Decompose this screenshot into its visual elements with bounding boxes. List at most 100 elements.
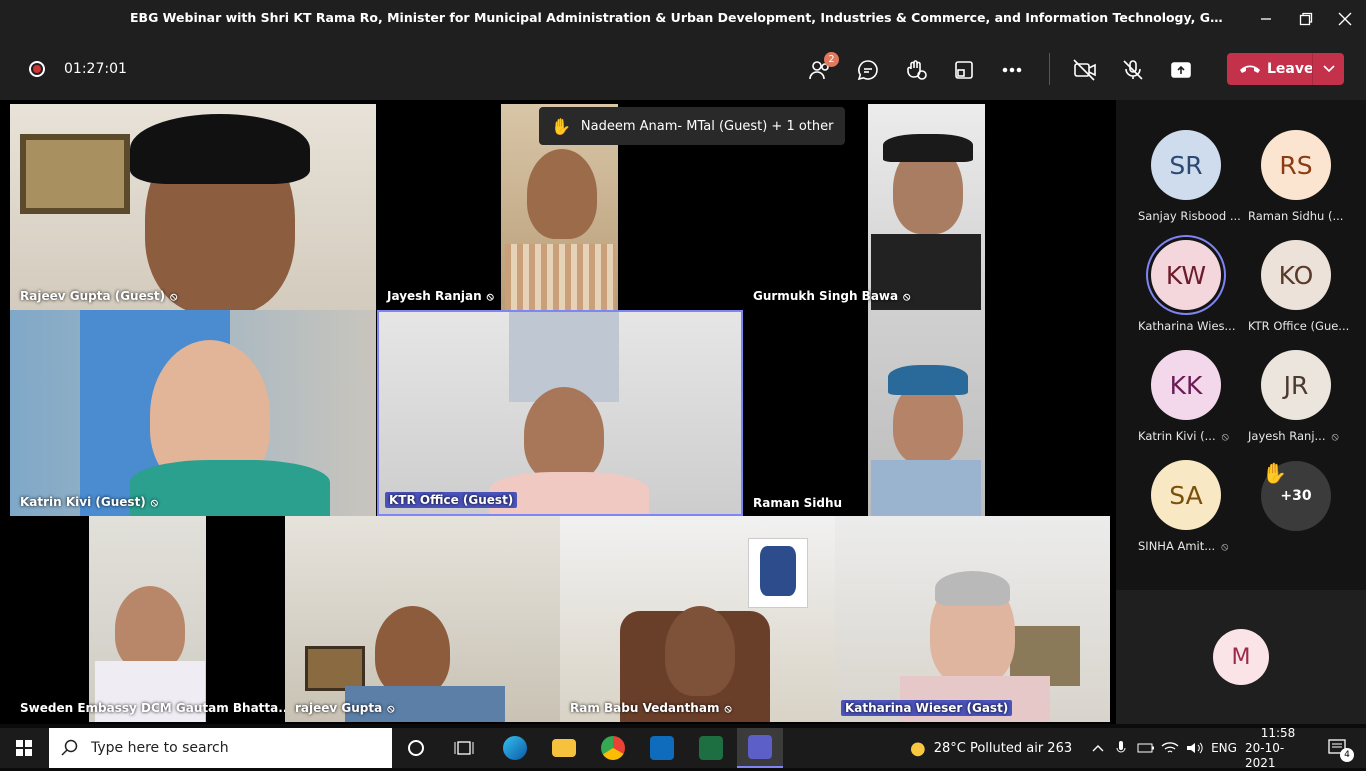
rooms-button[interactable] bbox=[950, 56, 978, 84]
avatar: KK bbox=[1151, 350, 1221, 420]
weather-widget[interactable]: ● 28°C Polluted air 263 bbox=[910, 728, 1080, 768]
phone-hangup-icon bbox=[1240, 65, 1260, 73]
battery-icon[interactable] bbox=[1136, 728, 1156, 768]
video-tile-active-speaker[interactable]: KTR Office (Guest) bbox=[377, 310, 743, 516]
mic-off-icon: ⦸ bbox=[903, 290, 911, 303]
meeting-timer: 01:27:01 bbox=[64, 61, 127, 77]
participant-name: Jayesh Ranj... ⦸ bbox=[1248, 429, 1339, 443]
windows-taskbar: Type here to search ● 28°C Polluted air … bbox=[0, 725, 1366, 770]
file-explorer-taskbar-icon[interactable] bbox=[549, 728, 579, 768]
video-tile[interactable]: Raman Sidhu bbox=[743, 310, 1110, 516]
self-avatar: M bbox=[1213, 629, 1269, 685]
raised-hand-icon: ✋ bbox=[551, 116, 571, 136]
video-tile[interactable]: Katrin Kivi (Guest) ⦸ bbox=[10, 310, 376, 516]
reactions-button[interactable] bbox=[902, 56, 930, 84]
roster-participant[interactable]: JR Jayesh Ranj... ⦸ bbox=[1226, 320, 1346, 443]
leave-button[interactable]: Leave bbox=[1227, 53, 1344, 85]
cortana-button[interactable] bbox=[400, 728, 432, 768]
raised-hand-banner[interactable]: ✋ Nadeem Anam- MTal (Guest) + 1 other bbox=[539, 107, 846, 145]
tile-name: rajeev Gupta ⦸ bbox=[295, 701, 395, 715]
excel-taskbar-icon[interactable] bbox=[696, 728, 726, 768]
more-icon bbox=[1002, 67, 1022, 73]
mic-button[interactable] bbox=[1119, 56, 1147, 84]
share-button[interactable] bbox=[1167, 56, 1195, 84]
roster-participant[interactable]: KO KTR Office (Gue... bbox=[1226, 210, 1349, 333]
tile-name: Katharina Wieser (Gast) bbox=[841, 700, 1013, 716]
hair-shape bbox=[130, 114, 310, 184]
leave-label: Leave bbox=[1267, 61, 1314, 77]
video-tile[interactable]: Katharina Wieser (Gast) bbox=[835, 516, 1110, 722]
tile-name: Sweden Embassy DCM Gautam Bhatta...⦸ bbox=[20, 701, 285, 715]
mic-off-icon: ⦸ bbox=[486, 290, 494, 303]
chat-icon bbox=[857, 60, 878, 81]
mic-off-icon: ⦸ bbox=[170, 290, 178, 303]
roster-participant[interactable]: SR Sanjay Risbood ... bbox=[1116, 100, 1241, 223]
participant-video bbox=[375, 606, 450, 696]
wall-frame bbox=[20, 134, 130, 214]
mic-off-icon: ⦸ bbox=[1221, 540, 1229, 553]
clock-date: 20-10-2021 bbox=[1245, 740, 1285, 770]
chat-button[interactable] bbox=[854, 56, 882, 84]
close-icon[interactable] bbox=[1322, 0, 1366, 38]
video-grid: Rajeev Gupta (Guest) ⦸ Jayesh Ranjan ⦸ Gur… bbox=[0, 100, 1116, 724]
reactions-icon bbox=[907, 60, 927, 80]
volume-icon[interactable] bbox=[1184, 728, 1206, 768]
input-language[interactable]: ENG bbox=[1209, 728, 1239, 768]
microphone-tray-icon[interactable] bbox=[1112, 728, 1130, 768]
meeting-toolbar: 01:27:01 2 Leave bbox=[0, 38, 1366, 100]
outlook-taskbar-icon[interactable] bbox=[647, 728, 677, 768]
clock-time: 11:58 bbox=[1260, 725, 1296, 740]
turban-shape bbox=[888, 365, 968, 395]
video-tile[interactable]: Ram Babu Vedantham ⦸ bbox=[560, 516, 835, 722]
video-tile[interactable]: rajeev Gupta ⦸ bbox=[285, 516, 560, 722]
roster-participant[interactable]: SA SINHA Amit... ⦸ bbox=[1116, 430, 1236, 553]
leave-options-button[interactable] bbox=[1312, 53, 1344, 85]
chevron-down-icon bbox=[1322, 65, 1335, 73]
notification-count: 4 bbox=[1340, 748, 1354, 762]
video-tile[interactable]: Rajeev Gupta (Guest) ⦸ bbox=[10, 104, 376, 310]
avatar: KW bbox=[1151, 240, 1221, 310]
edge-taskbar-icon[interactable] bbox=[500, 728, 530, 768]
wall-frame bbox=[305, 646, 365, 691]
camera-button[interactable] bbox=[1071, 56, 1099, 84]
task-view-button[interactable] bbox=[448, 728, 480, 768]
search-placeholder: Type here to search bbox=[91, 740, 229, 756]
weather-sun-icon: ● bbox=[910, 737, 926, 759]
participant-name: SINHA Amit... ⦸ bbox=[1138, 539, 1229, 553]
scarf-shape bbox=[130, 460, 330, 516]
mic-off-icon: ⦸ bbox=[1331, 430, 1339, 443]
toolbar-divider bbox=[1049, 53, 1050, 85]
network-icon[interactable] bbox=[1160, 728, 1180, 768]
tile-name: Jayesh Ranjan ⦸ bbox=[387, 289, 494, 303]
participants-button[interactable]: 2 bbox=[806, 52, 839, 84]
participant-video bbox=[524, 387, 604, 482]
task-view-icon bbox=[454, 741, 474, 755]
recording-icon bbox=[29, 61, 45, 77]
tile-name: KTR Office (Guest) bbox=[385, 492, 518, 508]
face-shape bbox=[115, 586, 185, 671]
cortana-icon bbox=[408, 740, 424, 756]
start-button[interactable] bbox=[0, 728, 48, 768]
tile-name: Raman Sidhu bbox=[753, 496, 843, 510]
roster-participant[interactable]: RS Raman Sidhu (... bbox=[1226, 100, 1346, 223]
avatar: SA bbox=[1151, 460, 1221, 530]
show-hidden-icons-button[interactable] bbox=[1088, 728, 1108, 768]
roster-participant[interactable]: KK Katrin Kivi (... ⦸ bbox=[1116, 320, 1236, 443]
notifications-button[interactable]: 4 bbox=[1318, 728, 1358, 768]
tile-name: Gurmukh Singh Bawa ⦸ bbox=[753, 289, 911, 303]
chrome-taskbar-icon[interactable] bbox=[598, 728, 628, 768]
window-title: EBG Webinar with Shri KT Rama Ro, Minist… bbox=[130, 10, 1230, 25]
search-icon bbox=[61, 739, 78, 756]
raised-hand-icon: ✋ bbox=[1262, 461, 1287, 485]
video-tile[interactable]: Sweden Embassy DCM Gautam Bhatta...⦸ bbox=[10, 516, 285, 722]
hair-shape bbox=[935, 571, 1010, 606]
mic-off-icon bbox=[1123, 60, 1143, 80]
clock[interactable]: 11:58 20-10-2021 bbox=[1245, 725, 1311, 770]
more-actions-button[interactable] bbox=[998, 56, 1026, 84]
shirt-shape bbox=[505, 244, 615, 310]
teams-taskbar-icon[interactable] bbox=[737, 728, 783, 768]
taskbar-search[interactable]: Type here to search bbox=[49, 728, 392, 768]
roster-participant[interactable]: KW Katharina Wies... bbox=[1116, 210, 1236, 333]
mic-off-icon: ⦸ bbox=[724, 702, 732, 715]
avatar: RS bbox=[1261, 130, 1331, 200]
